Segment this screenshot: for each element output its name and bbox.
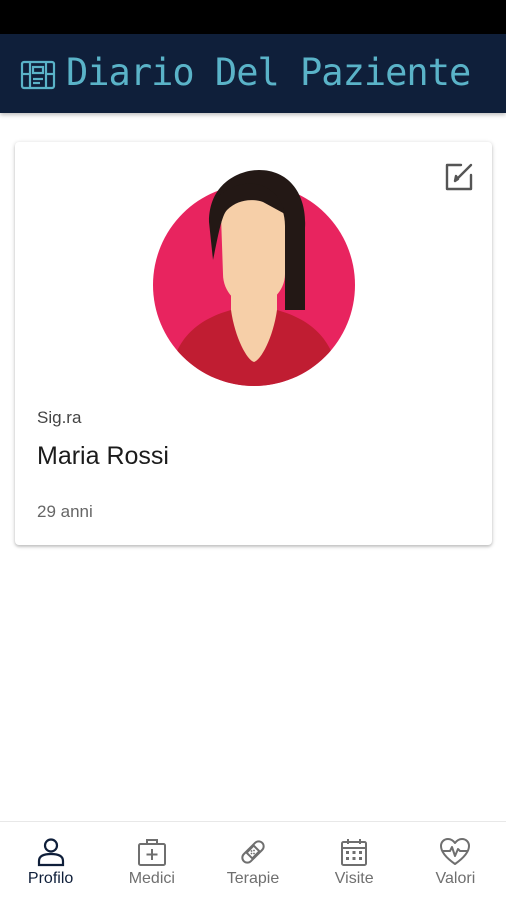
profile-name: Maria Rossi <box>37 442 169 470</box>
profile-salutation: Sig.ra <box>37 408 82 427</box>
female-avatar-icon <box>153 170 355 386</box>
person-icon <box>35 836 67 868</box>
nav-item-valori[interactable]: Valori <box>405 822 506 901</box>
bottom-navigation: Profilo Medici Terapie Visite Valori <box>0 821 506 901</box>
edit-profile-button[interactable] <box>440 158 478 196</box>
bandage-icon <box>237 836 269 868</box>
nav-label-terapie: Terapie <box>226 870 280 887</box>
heart-pulse-icon <box>439 836 471 868</box>
app-logo-icon <box>20 60 56 90</box>
nav-item-profilo[interactable]: Profilo <box>0 822 101 901</box>
nav-item-medici[interactable]: Medici <box>101 822 202 901</box>
profile-age: 29 anni <box>37 502 93 521</box>
calendar-icon <box>338 836 370 868</box>
nav-label-visite: Visite <box>334 870 374 887</box>
nav-label-medici: Medici <box>128 870 175 887</box>
nav-item-visite[interactable]: Visite <box>304 822 405 901</box>
nav-label-profilo: Profilo <box>27 870 74 887</box>
edit-square-icon <box>445 163 473 191</box>
app-title: Diario Del Paziente <box>66 51 471 94</box>
nav-item-terapie[interactable]: Terapie <box>202 822 303 901</box>
nav-label-valori: Valori <box>435 870 476 887</box>
profile-card: Sig.ra Maria Rossi 29 anni <box>15 142 492 545</box>
medical-bag-icon <box>136 836 168 868</box>
app-bar: Diario Del Paziente <box>0 34 506 113</box>
status-bar <box>0 0 506 34</box>
